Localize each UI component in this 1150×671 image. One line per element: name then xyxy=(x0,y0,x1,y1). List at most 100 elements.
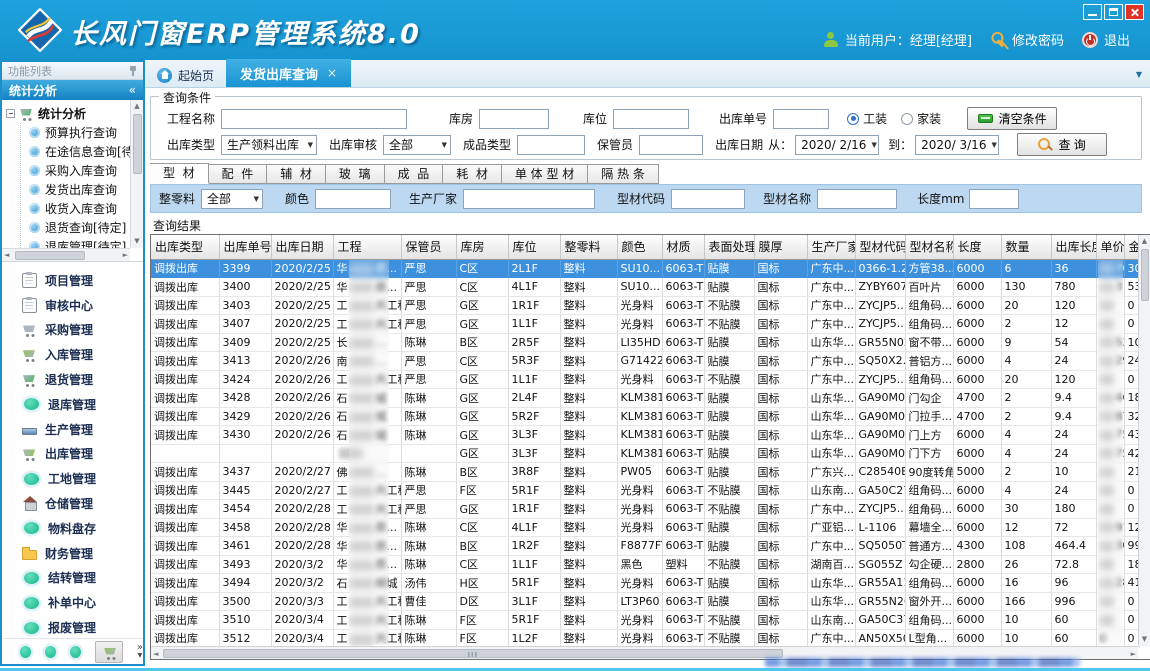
sidebar-menu-item[interactable]: 财务管理 xyxy=(2,541,143,566)
column-header[interactable]: 金 xyxy=(1124,235,1139,259)
table-vertical-scrollbar[interactable]: ▲ ▼ xyxy=(1138,235,1150,646)
column-header[interactable]: 出库单号 xyxy=(219,235,271,259)
tree-item[interactable]: 采购入库查询 xyxy=(21,161,130,180)
material-tab[interactable]: 隔 热 条 xyxy=(588,164,659,184)
table-row[interactable]: 调拨出库 3430 2020/2/26 石城 陈琳 G区 3L3F 整料 KLM… xyxy=(151,426,1139,445)
table-row[interactable]: 调拨出库 3510 2020/3/4 工共工程 陈琳 F区 5R1F 整料 光身… xyxy=(151,611,1139,630)
sidebar-menu-item[interactable]: 退库管理 xyxy=(2,392,143,417)
change-password-button[interactable]: 修改密码 xyxy=(990,30,1064,49)
collapse-icon[interactable]: « xyxy=(129,83,136,97)
manufacturer-input[interactable] xyxy=(463,189,595,209)
tree-item[interactable]: 收货入库查询 xyxy=(21,199,130,218)
column-header[interactable]: 库房 xyxy=(456,235,508,259)
tree-item[interactable]: 预算执行查询 xyxy=(21,123,130,142)
maximize-button[interactable] xyxy=(1104,4,1123,20)
column-header[interactable]: 单价 xyxy=(1096,235,1124,259)
table-row[interactable]: G区 3L3F 整料 KLM3817 6063-T5 贴膜 国标 山东华... … xyxy=(151,444,1139,463)
audit-select[interactable]: 全部▼ xyxy=(383,135,451,155)
table-row[interactable]: 调拨出库 3461 2020/2/28 华原... 陈琳 B区 1R2F 整料 … xyxy=(151,537,1139,556)
length-input[interactable] xyxy=(969,189,1019,209)
order-no-input[interactable] xyxy=(773,109,829,129)
table-row[interactable]: 调拨出库 3429 2020/2/26 石城 陈琳 G区 5R2F 整料 KLM… xyxy=(151,407,1139,426)
tab-close-icon[interactable]: × xyxy=(327,66,337,80)
keeper-input[interactable] xyxy=(639,135,703,155)
column-header[interactable]: 工程 xyxy=(333,235,401,259)
column-header[interactable]: 库位 xyxy=(508,235,560,259)
radio-gongzhuang[interactable] xyxy=(847,113,859,125)
pin-icon[interactable] xyxy=(128,65,137,77)
sidebar-menu-item[interactable]: 结转管理 xyxy=(2,566,143,591)
table-row[interactable]: 调拨出库 3399 2020/2/25 华原... 严思 C区 2L1F 整料 … xyxy=(151,259,1139,278)
sidebar-menu-item[interactable]: 采购管理 xyxy=(2,318,143,343)
tree-horizontal-scrollbar[interactable]: ◄ ► xyxy=(2,248,130,261)
sidebar-menu-item[interactable]: 出库管理 xyxy=(2,442,143,467)
column-header[interactable]: 出库类型 xyxy=(151,235,219,259)
tree-root-statistics[interactable]: 统计分析 xyxy=(6,103,130,123)
scroll-up-icon[interactable]: ▲ xyxy=(131,100,143,113)
tree-item[interactable]: 在途信息查询[待 xyxy=(21,142,130,161)
close-button[interactable] xyxy=(1125,4,1144,20)
scroll-down-icon[interactable]: ▼ xyxy=(131,235,143,248)
column-header[interactable]: 出库长度 xyxy=(1051,235,1096,259)
table-row[interactable]: 调拨出库 3403 2020/2/25 工共工程 严思 G区 1R1F 整料 光… xyxy=(151,296,1139,315)
material-tab[interactable]: 型 材 xyxy=(150,163,209,184)
table-row[interactable]: 调拨出库 3494 2020/3/2 石辉城 汤伟 H区 5R1F 整料 光身料… xyxy=(151,574,1139,593)
column-header[interactable]: 型材名称 xyxy=(905,235,953,259)
sidebar-menu-item[interactable]: 物料盘存 xyxy=(2,516,143,541)
tree-expander-icon[interactable] xyxy=(6,109,15,118)
material-tab[interactable]: 单 体 型 材 xyxy=(502,164,588,184)
table-row[interactable]: 调拨出库 3424 2020/2/26 工共工程 严思 G区 1L1F 整料 光… xyxy=(151,370,1139,389)
table-row[interactable]: 调拨出库 3454 2020/2/28 工共工程 严思 G区 1R1F 整料 光… xyxy=(151,500,1139,519)
sidebar-shortcut-cart-button[interactable] xyxy=(95,641,123,663)
column-header[interactable]: 型材代码 xyxy=(855,235,905,259)
sidebar-menu-item[interactable]: 补单中心 xyxy=(2,590,143,615)
scroll-right-icon[interactable]: ► xyxy=(123,249,128,262)
column-header[interactable]: 保管员 xyxy=(401,235,456,259)
table-row[interactable]: 调拨出库 3400 2020/2/25 华原... 严思 C区 4L1F 整料 … xyxy=(151,278,1139,297)
section-header[interactable]: 统计分析 « xyxy=(2,80,143,100)
tree-item[interactable]: 发货出库查询 xyxy=(21,180,130,199)
minimize-button[interactable] xyxy=(1083,4,1102,20)
scroll-up-icon[interactable]: ▲ xyxy=(1139,235,1150,248)
sidebar-menu-item[interactable]: 审核中心 xyxy=(2,293,143,318)
sidebar-menu-item[interactable]: 入库管理 xyxy=(2,342,143,367)
column-header[interactable]: 数量 xyxy=(1001,235,1051,259)
material-tab[interactable]: 玻 璃 xyxy=(326,164,385,184)
column-header[interactable]: 生产厂家 xyxy=(807,235,855,259)
sidebar-menu-item[interactable]: 工地管理 xyxy=(2,466,143,491)
table-row[interactable]: 调拨出库 3493 2020/3/2 华原... 陈琳 C区 1L1F 整料 黑… xyxy=(151,555,1139,574)
sidebar-menu-item[interactable]: 退货管理 xyxy=(2,367,143,392)
whole-part-select[interactable]: 全部▼ xyxy=(201,189,263,209)
color-input[interactable] xyxy=(315,189,391,209)
logout-button[interactable]: 退出 xyxy=(1082,30,1130,49)
column-header[interactable]: 材质 xyxy=(662,235,704,259)
table-row[interactable]: 调拨出库 3413 2020/2/26 南... 严思 C区 5R3F 整料 G… xyxy=(151,352,1139,371)
table-row[interactable]: 调拨出库 3409 2020/2/25 长... 陈琳 B区 2R5F 整料 L… xyxy=(151,333,1139,352)
scroll-left-icon[interactable]: ◄ xyxy=(153,650,158,658)
column-header[interactable]: 膜厚 xyxy=(754,235,807,259)
date-to-picker[interactable]: 2020/ 3/16▼ xyxy=(915,135,999,155)
tree-vertical-scrollbar[interactable]: ▲ ▼ xyxy=(130,100,143,248)
date-from-picker[interactable]: 2020/ 2/16▼ xyxy=(795,135,879,155)
scroll-down-icon[interactable]: ▼ xyxy=(1139,633,1150,646)
tree-item[interactable]: 退货查询[待定] xyxy=(21,218,130,237)
table-row[interactable]: 调拨出库 3437 2020/2/27 佛... 陈琳 B区 3R8F 整料 P… xyxy=(151,463,1139,482)
material-tab[interactable]: 辅 材 xyxy=(267,164,326,184)
table-row[interactable]: 调拨出库 3512 2020/3/4 工共工程 陈琳 F区 1L2F 整料 光身… xyxy=(151,629,1139,648)
sidebar-more-chevron[interactable]: »▼ xyxy=(137,644,143,659)
sidebar-menu-item[interactable]: 仓储管理 xyxy=(2,491,143,516)
chevron-down-icon[interactable]: ▼ xyxy=(1136,70,1142,79)
column-header[interactable]: 整零料 xyxy=(560,235,617,259)
column-header[interactable]: 长度 xyxy=(953,235,1001,259)
sidebar-menu-item[interactable]: 生产管理 xyxy=(2,417,143,442)
sidebar-shortcut-dot-3[interactable] xyxy=(70,646,81,658)
clear-conditions-button[interactable]: 清空条件 xyxy=(967,107,1057,130)
table-row[interactable]: 调拨出库 3500 2020/3/3 工共工程 曹佳 D区 3L1F 整料 LT… xyxy=(151,592,1139,611)
scroll-left-icon[interactable]: ◄ xyxy=(4,249,9,262)
out-type-select[interactable]: 生产领料出库▼ xyxy=(221,135,317,155)
scroll-right-icon[interactable]: ► xyxy=(1131,650,1136,658)
profile-name-input[interactable] xyxy=(817,189,897,209)
table-row[interactable]: 调拨出库 3428 2020/2/26 石城 陈琳 G区 2L4F 整料 KLM… xyxy=(151,389,1139,408)
table-row[interactable]: 调拨出库 3458 2020/2/28 华原... 陈琳 C区 4L1F 整料 … xyxy=(151,518,1139,537)
profile-code-input[interactable] xyxy=(671,189,745,209)
